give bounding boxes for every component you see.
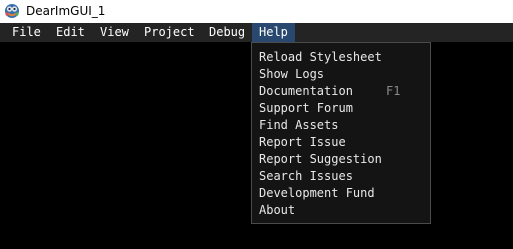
menu-item-label: Search Issues <box>259 169 353 183</box>
menu-item-find-assets[interactable]: Find Assets <box>252 117 430 134</box>
dear-imgui-app-icon <box>5 4 19 18</box>
menu-item-development-fund[interactable]: Development Fund <box>252 185 430 202</box>
menu-item-search-issues[interactable]: Search Issues <box>252 168 430 185</box>
menu-item-label: Documentation <box>259 84 353 98</box>
menu-item-report-issue[interactable]: Report Issue <box>252 134 430 151</box>
menu-item-label: Report Suggestion <box>259 152 382 166</box>
menu-item-label: Development Fund <box>259 186 375 200</box>
menu-item-documentation[interactable]: Documentation F1 <box>252 83 430 100</box>
menu-item-label: About <box>259 203 296 217</box>
menu-item-support-forum[interactable]: Support Forum <box>252 100 430 117</box>
menu-item-about[interactable]: About <box>252 202 430 219</box>
menu-item-label: Support Forum <box>259 101 353 115</box>
menu-file[interactable]: File <box>4 23 49 42</box>
help-menu-dropdown: Reload Stylesheet Show Logs Documentatio… <box>251 42 431 224</box>
app-window: DearImGUI_1 File Edit View Project Debug… <box>0 0 513 249</box>
menu-item-label: Show Logs <box>259 67 325 81</box>
menu-item-reload-stylesheet[interactable]: Reload Stylesheet <box>252 49 430 66</box>
menu-project[interactable]: Project <box>136 23 203 42</box>
window-title: DearImGUI_1 <box>26 4 106 18</box>
menu-help[interactable]: Help <box>252 23 295 42</box>
window-titlebar[interactable]: DearImGUI_1 <box>0 0 513 23</box>
menu-item-report-suggestion[interactable]: Report Suggestion <box>252 151 430 168</box>
menu-edit[interactable]: Edit <box>48 23 93 42</box>
menu-view[interactable]: View <box>92 23 137 42</box>
menu-item-label: Report Issue <box>259 135 346 149</box>
menu-debug[interactable]: Debug <box>201 23 253 42</box>
menu-bar: File Edit View Project Debug Help <box>0 23 513 42</box>
menu-item-label: Find Assets <box>259 118 339 132</box>
menu-item-show-logs[interactable]: Show Logs <box>252 66 430 83</box>
menu-item-shortcut: F1 <box>386 84 401 98</box>
menu-item-label: Reload Stylesheet <box>259 50 382 64</box>
